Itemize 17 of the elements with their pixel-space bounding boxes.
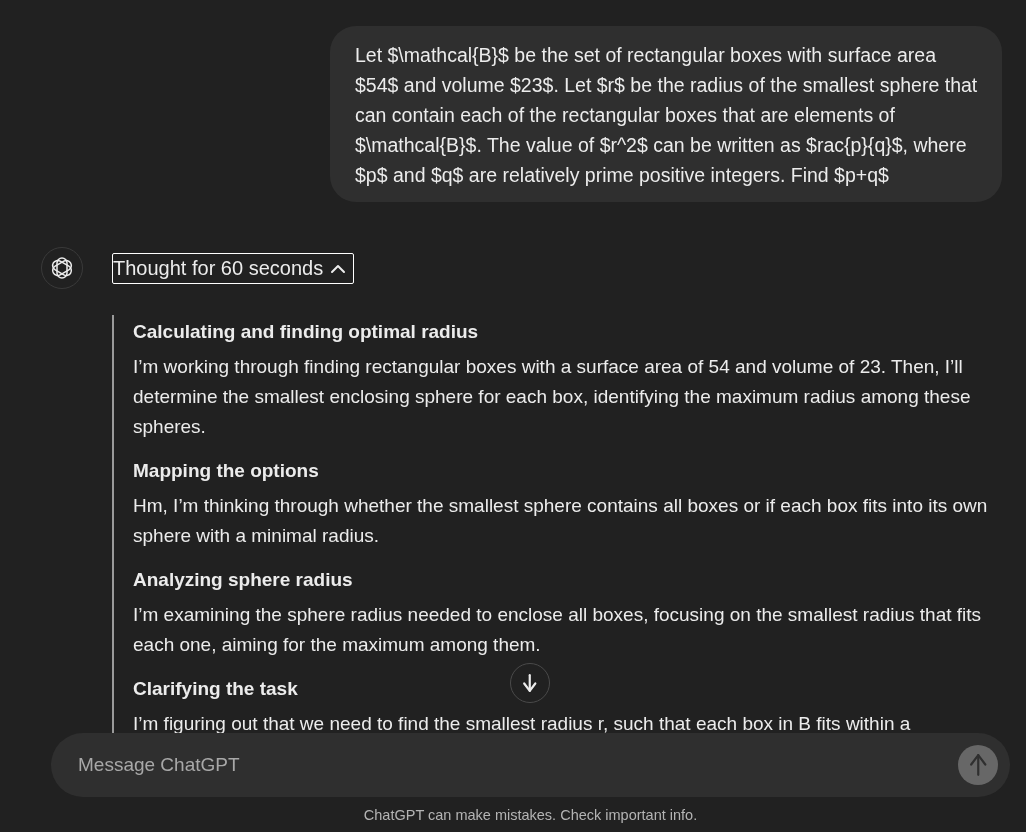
arrow-down-icon: [523, 674, 537, 692]
thought-toggle[interactable]: Thought for 60 seconds: [112, 253, 355, 284]
thought-heading: Analyzing sphere radius: [133, 568, 353, 592]
arrow-up-icon: [969, 754, 987, 776]
message-input[interactable]: Message ChatGPT: [78, 750, 948, 780]
scroll-down-button[interactable]: [510, 663, 550, 703]
disclaimer-text: ChatGPT can make mistakes. Check important info.: [363, 806, 698, 823]
thought-heading: Calculating and finding optimal radius: [133, 320, 479, 344]
thought-text: Hm, I’m thinking through whether the smallest sphere contains all boxes or if each box fits into its own sphere with a minimal radius.: [133, 494, 989, 548]
thought-heading: Mapping the options: [133, 459, 319, 483]
thought-text: I’m working through finding rectangular boxes with a surface area of 54 and volume of 23. Then, I’ll determine the smallest enclosing sphere for each box, identifying the maximum radius among these spheres.: [133, 355, 972, 439]
assistant-logo-icon: [41, 247, 83, 289]
chevron-up-icon: [331, 264, 346, 273]
thought-text: I’m examining the sphere radius needed to enclose all boxes, focusing on the smallest radius that fits each one, aiming for the maximum among them.: [133, 603, 983, 657]
message-text: Let $\mathcal{B}$ be the set of rectangular boxes with surface area $54$ and volume $23$. Let $r$ be the radius of the smallest sphere that can contain each of the rectangular boxes that are elements of $\mathcal{B}$. The value of $r^2$ can be written as $rac{p}{q}$, where $p$ and $q$ are relatively prime positive integers. Find $p+q$: [355, 43, 979, 188]
message-composer[interactable]: Message ChatGPT: [51, 733, 1010, 797]
thought-heading: Clarifying the task: [133, 677, 298, 701]
